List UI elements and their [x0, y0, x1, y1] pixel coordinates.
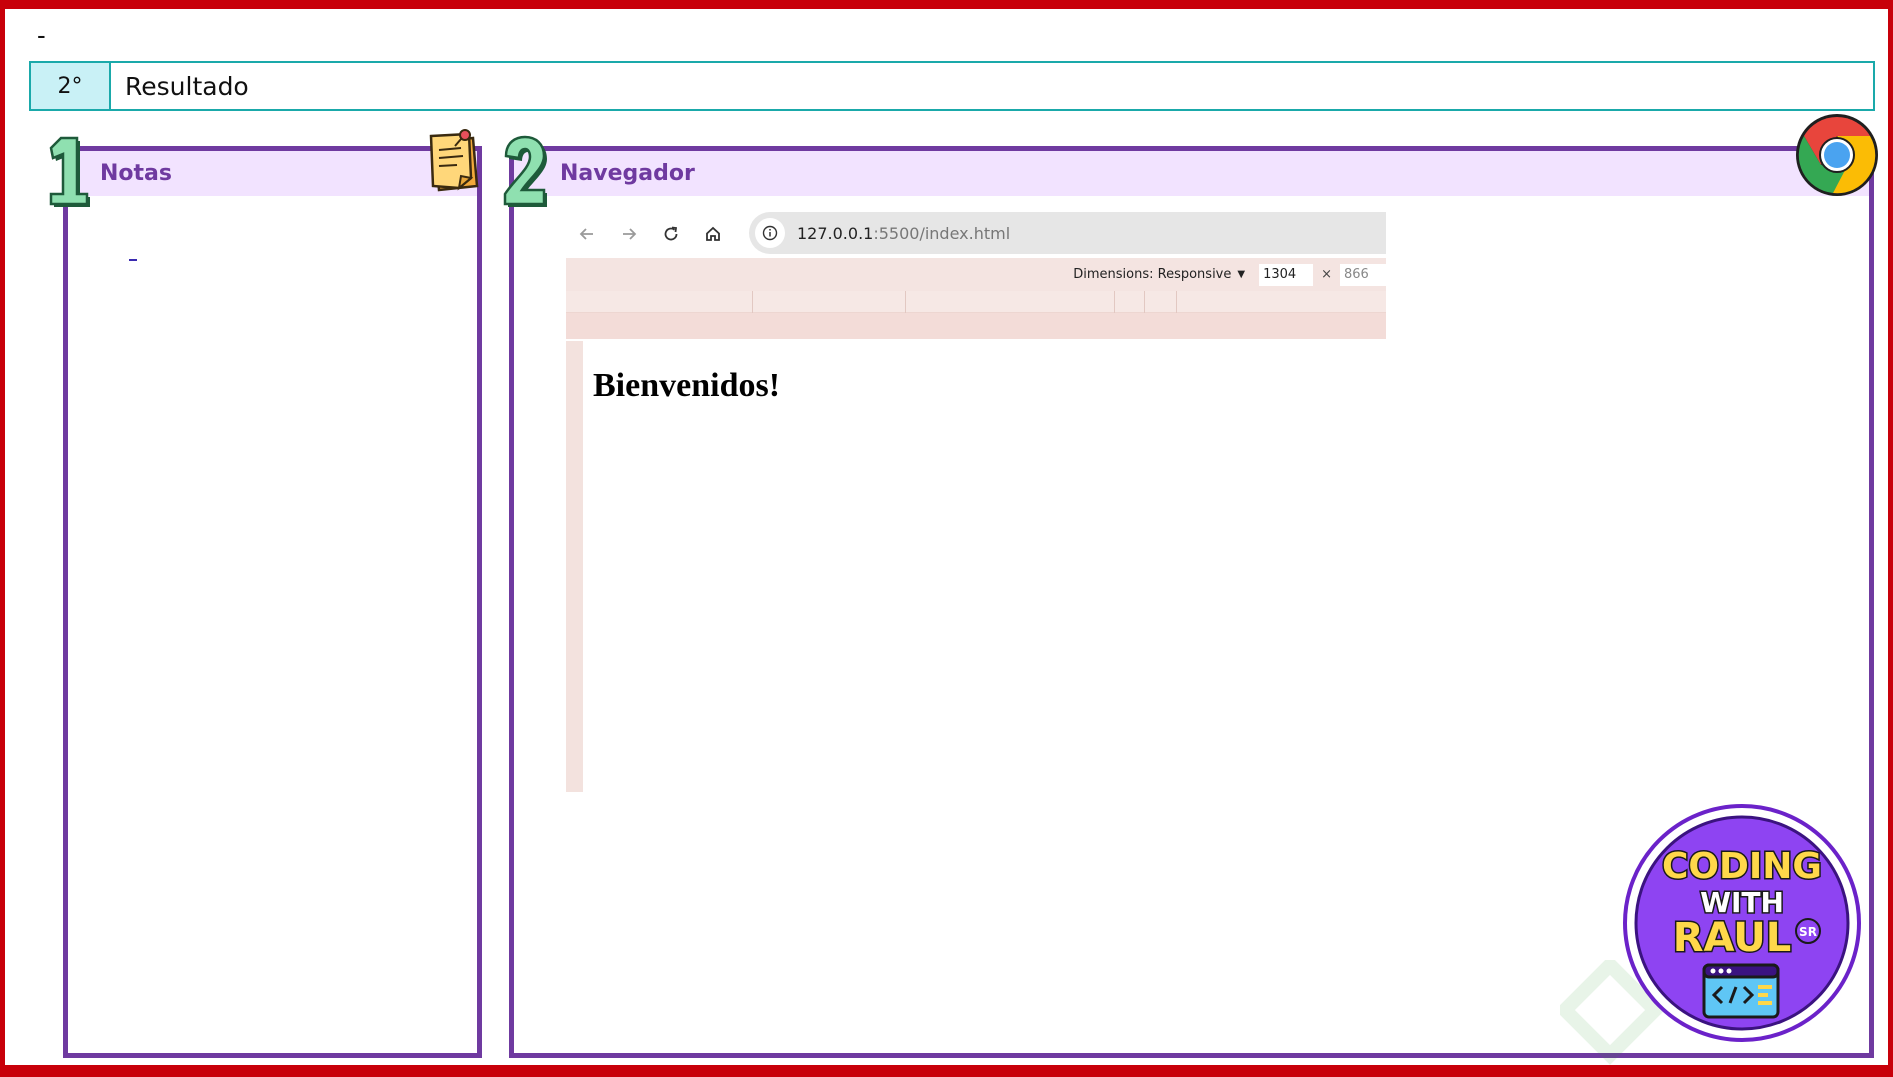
- browser-panel-header: Navegador: [514, 151, 1869, 196]
- badge-line3: RAUL: [1673, 915, 1792, 961]
- page-heading: Bienvenidos!: [593, 367, 781, 404]
- reload-button[interactable]: [650, 213, 692, 255]
- step-number: 2°: [31, 63, 111, 109]
- chevron-down-icon: ▼: [1237, 269, 1246, 280]
- address-bar[interactable]: 127.0.0.1:5500/index.html: [749, 212, 1386, 254]
- url-host: 127.0.0.1: [797, 223, 874, 243]
- site-info-button[interactable]: [755, 218, 785, 248]
- browser-screenshot: 127.0.0.1:5500/index.html Dimensions: Re…: [566, 210, 1386, 792]
- chrome-icon: [1796, 114, 1878, 196]
- panel-number-1: 1: [49, 136, 90, 207]
- browser-toolbar: 127.0.0.1:5500/index.html: [566, 210, 1386, 258]
- sticky-note-icon: [429, 129, 479, 192]
- coding-with-raul-badge: CODING WITH RAUL SR: [1623, 804, 1861, 1042]
- step-bar: 2° Resultado: [29, 61, 1875, 111]
- url-path: :5500/index.html: [873, 223, 1011, 243]
- page-viewport: Bienvenidos!: [583, 341, 1386, 792]
- forward-button[interactable]: [608, 213, 650, 255]
- notes-panel-header: Notas: [68, 151, 477, 196]
- width-input[interactable]: 1304: [1259, 263, 1314, 286]
- notes-panel-title: Notas: [100, 161, 172, 186]
- back-arrow-icon: [579, 228, 593, 240]
- ruler-bar: [566, 313, 1386, 339]
- note-text: [129, 259, 137, 261]
- home-button[interactable]: [692, 213, 734, 255]
- code-window-icon: [1702, 963, 1780, 1019]
- media-query-bar: [566, 291, 1386, 313]
- info-icon: [762, 225, 778, 241]
- url-text: 127.0.0.1:5500/index.html: [797, 224, 1010, 243]
- badge-line1: CODING: [1662, 846, 1822, 887]
- browser-panel-title: Navegador: [560, 161, 695, 186]
- back-button[interactable]: [566, 213, 608, 255]
- height-input[interactable]: 866: [1340, 263, 1386, 286]
- top-marker: -: [37, 20, 46, 50]
- forward-arrow-icon: [623, 228, 637, 240]
- step-title: Resultado: [125, 71, 249, 101]
- panel-number-2: 2: [503, 135, 547, 207]
- reload-icon: [664, 226, 678, 241]
- times-sign: ×: [1321, 267, 1332, 282]
- home-icon: [706, 226, 720, 241]
- dimensions-select[interactable]: Dimensions: Responsive: [1073, 267, 1231, 282]
- side-ruler: [566, 341, 583, 792]
- notes-panel: Notas: [63, 146, 482, 1058]
- badge-suffix: SR: [1799, 925, 1817, 939]
- device-toolbar: Dimensions: Responsive ▼ 1304 × 866: [566, 258, 1386, 291]
